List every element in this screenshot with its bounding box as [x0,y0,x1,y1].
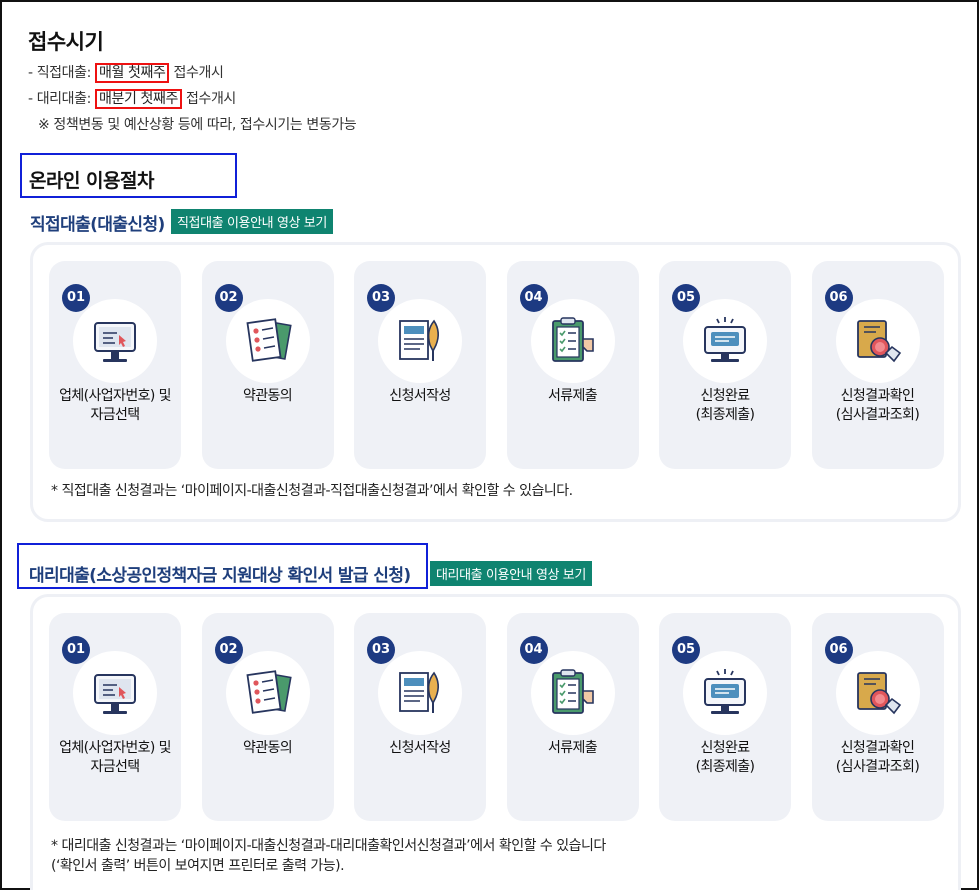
agent-loan-video-button[interactable]: 대리대출 이용안내 영상 보기 [430,561,592,586]
document-pen-icon [378,299,462,383]
computer-cursor-icon [73,651,157,735]
direct-loan-step-card-02: 02 약관동의 [201,261,334,469]
monitor-message-icon [683,651,767,735]
step-label: 신청서작성 [389,740,451,756]
online-procedure-title: 온라인 이용절차 [29,170,154,192]
computer-cursor-icon [73,299,157,383]
direct-reception-line: - 직접대출: 매월 첫째주 접수개시 [28,62,224,83]
step-label: 신청서작성 [389,388,451,404]
agent-reception-highlight: 매분기 첫째주 [95,89,182,109]
reception-note: ※ 정책변동 및 예산상황 등에 따라, 접수시기는 변동가능 [38,117,357,133]
agent-loan-footnote: * 대리대출 신청결과는 ‘마이페이지-대출신청결과-대리대출확인서신청결과’에… [51,836,606,876]
step-number-badge: 04 [519,284,548,312]
step-number-badge: 06 [824,284,853,312]
agent-loan-footnote-line2: (‘확인서 출력’ 버튼이 보여지면 프린터로 출력 가능). [51,858,345,874]
agent-loan-step-card-06: 06 신청결과확인 (심사결과조회) [811,613,944,821]
step-number-badge: 02 [214,284,243,312]
direct-reception-prefix: - 직접대출: [28,65,95,81]
monitor-message-icon [683,299,767,383]
step-number-badge: 03 [367,284,395,312]
step-label: 업체(사업자번호) 및 자금선택 [59,740,171,775]
direct-loan-step-card-01: 01 업체(사업자번호) 및 자금선택 [49,261,181,469]
step-number-badge: 04 [519,636,548,664]
agent-reception-prefix: - 대리대출: [28,91,95,107]
agent-reception-suffix: 접수개시 [181,91,236,107]
direct-loan-step-card-03: 03 신청서작성 [354,261,486,469]
direct-loan-step-card-05: 05 신청완료 (최종제출) [659,261,791,469]
agent-loan-step-card-03: 03 신청서작성 [354,613,486,821]
document-pen-icon [378,651,462,735]
agent-loan-footnote-line1: * 대리대출 신청결과는 ‘마이페이지-대출신청결과-대리대출확인서신청결과’에… [51,838,606,854]
direct-loan-step-card-04: 04 서류제출 [506,261,639,469]
step-label: 신청완료 (최종제출) [695,388,755,423]
step-number-badge: 02 [214,636,243,664]
step-number-badge: 05 [672,636,700,664]
agent-loan-step-card-02: 02 약관동의 [201,613,334,821]
checklist-documents-icon [225,651,310,735]
step-number-badge: 01 [62,636,90,664]
step-label: 신청결과확인 (심사결과조회) [835,740,920,775]
step-number-badge: 05 [672,284,700,312]
step-number-badge: 06 [824,636,853,664]
agent-loan-title: 대리대출(소상공인정책자금 지원대상 확인서 발급 신청) [29,566,411,586]
book-stamp-handshake-icon [835,651,920,735]
direct-loan-step-card-06: 06 신청결과확인 (심사결과조회) [811,261,944,469]
step-label: 서류제출 [547,388,598,404]
direct-loan-footnote: * 직접대출 신청결과는 ‘마이페이지-대출신청결과-직접대출신청결과’에서 확… [51,483,573,499]
agent-loan-step-card-01: 01 업체(사업자번호) 및 자금선택 [49,613,181,821]
step-label: 업체(사업자번호) 및 자금선택 [59,388,171,423]
direct-reception-suffix: 접수개시 [169,65,224,81]
direct-loan-title: 직접대출(대출신청) [30,215,165,235]
checklist-documents-icon [225,299,310,383]
agent-loan-step-card-04: 04 서류제출 [506,613,639,821]
step-label: 약관동의 [242,388,293,404]
step-label: 서류제출 [547,740,598,756]
step-label: 약관동의 [242,740,293,756]
reception-title: 접수시기 [28,30,104,54]
clipboard-hand-icon [530,299,615,383]
direct-loan-steps-panel: 01 업체(사업자번호) 및 자금선택 02 약관동의 03 신청서작성 04 서류제출 05 신… [30,242,961,522]
step-label: 신청완료 (최종제출) [695,740,755,775]
direct-loan-video-button[interactable]: 직접대출 이용안내 영상 보기 [171,209,333,234]
agent-loan-steps-panel: 01 업체(사업자번호) 및 자금선택 02 약관동의 03 신청서작성 04 서류제출 05 신… [30,594,961,890]
agent-loan-step-card-05: 05 신청완료 (최종제출) [659,613,791,821]
book-stamp-handshake-icon [835,299,920,383]
step-number-badge: 01 [62,284,90,312]
agent-reception-line: - 대리대출: 매분기 첫째주 접수개시 [28,88,236,109]
clipboard-hand-icon [530,651,615,735]
step-number-badge: 03 [367,636,395,664]
step-label: 신청결과확인 (심사결과조회) [835,388,920,423]
direct-reception-highlight: 매월 첫째주 [95,63,170,83]
